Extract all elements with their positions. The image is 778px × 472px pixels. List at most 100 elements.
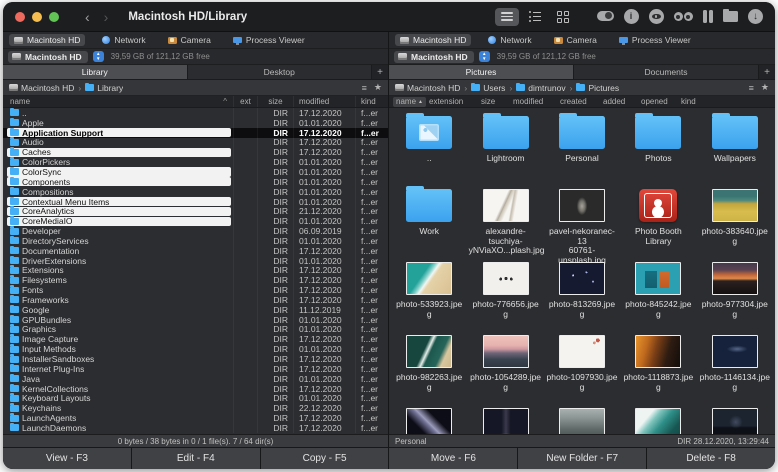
drive-selector[interactable]: Macintosh HD [394, 51, 474, 63]
grid-item-photo-977304-jpe[interactable]: photo-977304.jpe g [697, 256, 773, 329]
function-button-f7[interactable]: New Folder - F7 [518, 448, 646, 469]
file-row-colorsync[interactable]: ColorSyncDIR01.01.2020f...er [3, 167, 388, 177]
grid-item-photo-845242-jpe[interactable]: photo-845242.jpe g [620, 256, 696, 329]
list-menu-icon[interactable]: ≡ [749, 83, 754, 93]
zoom-button[interactable] [49, 12, 59, 22]
file-row-coremediaio[interactable]: CoreMediaIODIR01.01.2020f...er [3, 216, 388, 226]
file-row-graphics[interactable]: GraphicsDIR01.01.2020f...er [3, 325, 388, 335]
file-row-launchdaemons[interactable]: LaunchDaemonsDIR17.12.2020f...er [3, 423, 388, 433]
column-kind[interactable]: kind [681, 96, 707, 107]
grid-item-galaxy[interactable] [391, 402, 467, 434]
tab-desktop[interactable]: Desktop [188, 65, 373, 79]
file-row-java[interactable]: JavaDIR01.01.2020f...er [3, 374, 388, 384]
grid-item-photo-982263-jpe[interactable]: photo-982263.jpe g [391, 329, 467, 402]
file-row-driverextensions[interactable]: DriverExtensionsDIR01.01.2020f...er [3, 256, 388, 266]
file-row-documentation[interactable]: DocumentationDIR17.12.2020f...er [3, 246, 388, 256]
get-info-button[interactable]: i [624, 9, 639, 24]
tab-pictures[interactable]: Pictures [389, 65, 574, 79]
function-button-f8[interactable]: Delete - F8 [647, 448, 775, 469]
grid-item-alexandre-tsuchiya[interactable]: alexandre-tsuchiya- yNViaXO...plash.jpg [467, 183, 543, 256]
breadcrumb-item-dimtrunov[interactable]: dimtrunov [516, 83, 565, 93]
file-row-keychains[interactable]: KeychainsDIR22.12.2020f...er [3, 403, 388, 413]
function-button-f6[interactable]: Move - F6 [389, 448, 517, 469]
file-row-extensions[interactable]: ExtensionsDIR17.12.2020f...er [3, 266, 388, 276]
column-extension[interactable]: extension [429, 96, 481, 107]
close-button[interactable] [15, 12, 25, 22]
queue-pause-button[interactable] [703, 10, 714, 23]
file-row-launchagents[interactable]: LaunchAgentsDIR17.12.2020f...er [3, 413, 388, 423]
network-folder-button[interactable] [723, 11, 738, 22]
list-menu-icon[interactable]: ≡ [362, 83, 367, 93]
column-modified[interactable]: modified [293, 96, 355, 107]
file-row-audio[interactable]: AudioDIR17.12.2020f...er [3, 138, 388, 148]
grid-item-photo-booth[interactable]: Photo Booth Library [620, 183, 696, 256]
breadcrumb-item-library[interactable]: Library [85, 83, 123, 93]
detailed-list-view-button[interactable] [523, 8, 547, 26]
favorite-star-icon[interactable]: ★ [761, 82, 769, 93]
favorite-camera[interactable]: Camera [163, 34, 216, 46]
breadcrumb-item-users[interactable]: Users [471, 83, 505, 93]
breadcrumb-item-macintosh-hd[interactable]: Macintosh HD [9, 83, 74, 93]
breadcrumb-item-macintosh-hd[interactable]: Macintosh HD [395, 83, 460, 93]
file-row-filesystems[interactable]: FilesystemsDIR17.12.2020f...er [3, 275, 388, 285]
file-row-coreanalytics[interactable]: CoreAnalyticsDIR21.12.2020f...er [3, 206, 388, 216]
column-size[interactable]: size [481, 96, 513, 107]
column-modified[interactable]: modified [513, 96, 560, 107]
grid-item-wallpapers[interactable]: Wallpapers [697, 110, 773, 183]
file-row-image-capture[interactable]: Image CaptureDIR17.12.2020f...er [3, 334, 388, 344]
file-row-keyboard-layouts[interactable]: Keyboard LayoutsDIR01.01.2020f...er [3, 393, 388, 403]
file-row-input-methods[interactable]: Input MethodsDIR01.01.2020f...er [3, 344, 388, 354]
file-row-gpubundles[interactable]: GPUBundlesDIR01.01.2020f...er [3, 315, 388, 325]
grid-item-work[interactable]: Work [391, 183, 467, 256]
grid-view-button[interactable] [551, 8, 575, 26]
file-row-google[interactable]: GoogleDIR11.12.2019f...er [3, 305, 388, 315]
column-size[interactable]: size [257, 96, 293, 107]
file-row-components[interactable]: ComponentsDIR01.01.2020f...er [3, 177, 388, 187]
file-row-caches[interactable]: CachesDIR17.12.2020f...er [3, 147, 388, 157]
grid-item-photo-533923-jpe[interactable]: photo-533923.jpe g [391, 256, 467, 329]
file-row-kernelcollections[interactable]: KernelCollectionsDIR17.12.2020f...er [3, 384, 388, 394]
column-kind[interactable]: kind [355, 96, 388, 107]
grid-item-photo-813269-jpe[interactable]: photo-813269.jpe g [544, 256, 620, 329]
column-name[interactable]: name ^ [3, 96, 233, 107]
tab-library[interactable]: Library [3, 65, 188, 79]
favorite-star-icon[interactable]: ★ [374, 82, 382, 93]
toggle-panels-button[interactable] [597, 8, 614, 26]
column-opened[interactable]: opened [641, 96, 681, 107]
favorite-macintosh-hd[interactable]: Macintosh HD [9, 34, 85, 46]
file-row-application-support[interactable]: Application SupportDIR17.12.2020f...er [3, 128, 388, 138]
grid-item-personal[interactable]: Personal [544, 110, 620, 183]
file-row-internet-plug-ins[interactable]: Internet Plug-InsDIR17.12.2020f...er [3, 364, 388, 374]
quick-look-button[interactable] [649, 9, 664, 24]
file-row-item[interactable]: ..DIR17.12.2020f...er [3, 108, 388, 118]
function-button-f4[interactable]: Edit - F4 [132, 448, 260, 469]
file-row-apple[interactable]: AppleDIR01.01.2020f...er [3, 118, 388, 128]
new-tab-button[interactable]: + [759, 65, 775, 79]
favorite-camera[interactable]: Camera [549, 34, 602, 46]
grid-item-darkland[interactable] [697, 402, 773, 434]
function-button-f5[interactable]: Copy - F5 [261, 448, 389, 469]
forward-button[interactable]: › [104, 10, 109, 24]
file-row-colorpickers[interactable]: ColorPickersDIR01.01.2020f...er [3, 157, 388, 167]
drive-selector[interactable]: Macintosh HD [8, 51, 88, 63]
drive-stepper[interactable]: ▲▼ [479, 51, 490, 62]
file-row-directoryservices[interactable]: DirectoryServicesDIR01.01.2020f...er [3, 236, 388, 246]
file-row-frameworks[interactable]: FrameworksDIR17.12.2020f...er [3, 295, 388, 305]
favorite-macintosh-hd[interactable]: Macintosh HD [395, 34, 471, 46]
file-row-contextual-menu-items[interactable]: Contextual Menu ItemsDIR01.01.2020f...er [3, 197, 388, 207]
grid-item-photo-1054289-jpe[interactable]: photo-1054289.jpe g [467, 329, 543, 402]
drive-stepper[interactable]: ▲▼ [93, 51, 104, 62]
file-row-compositions[interactable]: CompositionsDIR01.01.2020f...er [3, 187, 388, 197]
list-view-button[interactable] [495, 8, 519, 26]
downloads-button[interactable]: ↓ [748, 9, 763, 24]
grid-item-photo-776656-jpe[interactable]: photo-776656.jpe g [467, 256, 543, 329]
search-button[interactable] [674, 12, 693, 21]
grid-item-photo-1146134-jpe[interactable]: photo-1146134.jpe g [697, 329, 773, 402]
function-button-f3[interactable]: View - F3 [3, 448, 131, 469]
grid-item-photo-383640-jpe[interactable]: photo-383640.jpe g [697, 183, 773, 256]
back-button[interactable]: ‹ [85, 10, 90, 24]
column-created[interactable]: created [560, 96, 603, 107]
grid-item-item[interactable]: .. [391, 110, 467, 183]
new-tab-button[interactable]: + [372, 65, 388, 79]
grid-item-photos[interactable]: Photos [620, 110, 696, 183]
